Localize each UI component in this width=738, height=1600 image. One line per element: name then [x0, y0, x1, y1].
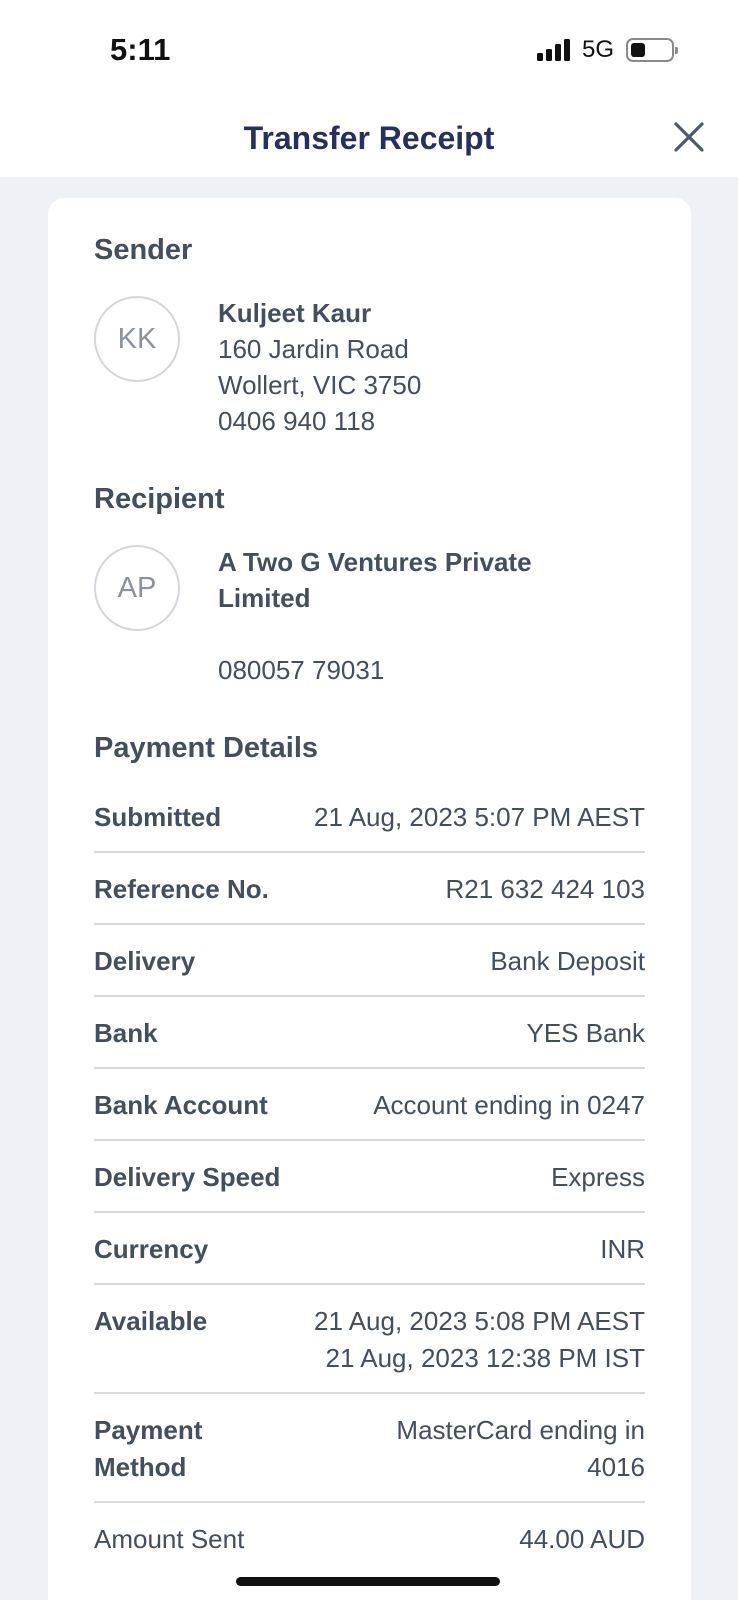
- status-bar: 5:11 5G: [0, 0, 738, 100]
- page-title: Transfer Receipt: [243, 120, 495, 156]
- close-icon: [674, 122, 704, 152]
- sender-heading: Sender: [94, 234, 193, 266]
- recipient-name-line2: Limited: [218, 583, 311, 613]
- nav-bar: Transfer Receipt: [0, 100, 738, 177]
- detail-value: Account ending in 0247: [373, 1090, 645, 1120]
- detail-row-delivery: Delivery Bank Deposit: [94, 925, 645, 997]
- network-label: 5G: [581, 36, 614, 63]
- recipient-info: A Two G Ventures Private Limited 080057 …: [218, 544, 532, 688]
- detail-value: R21 632 424 103: [445, 874, 645, 904]
- sender-address-line1: 160 Jardin Road: [218, 334, 409, 364]
- detail-row-payment-method: Payment Method MasterCard ending in 4016: [94, 1394, 645, 1503]
- sender-phone: 0406 940 118: [218, 406, 376, 436]
- detail-label: Delivery Speed: [94, 1162, 281, 1192]
- detail-label: Bank Account: [94, 1090, 268, 1120]
- home-indicator[interactable]: [236, 1577, 500, 1586]
- detail-value: INR: [600, 1234, 645, 1264]
- detail-row-amount-sent: Amount Sent 44.00 AUD: [94, 1503, 645, 1573]
- recipient-account: 080057 79031: [218, 655, 385, 685]
- sender-name: Kuljeet Kaur: [218, 298, 372, 328]
- payment-heading: Payment Details: [94, 732, 319, 764]
- detail-value-line2: 21 Aug, 2023 12:38 PM IST: [325, 1343, 645, 1373]
- detail-value: 21 Aug, 2023 5:07 PM AEST: [313, 802, 645, 832]
- detail-label: Delivery: [94, 946, 196, 976]
- detail-value: YES Bank: [526, 1018, 645, 1048]
- detail-value: 44.00 AUD: [519, 1524, 645, 1554]
- payment-details-list: Submitted 21 Aug, 2023 5:07 PM AEST Refe…: [94, 781, 645, 1573]
- status-time: 5:11: [110, 32, 171, 67]
- recipient-name-line1: A Two G Ventures Private: [218, 547, 532, 577]
- detail-value: Bank Deposit: [490, 946, 645, 976]
- detail-label: Reference No.: [94, 874, 269, 904]
- detail-label: Payment Method: [94, 1412, 202, 1486]
- detail-row-bank: Bank YES Bank: [94, 997, 645, 1069]
- detail-row-available: Available 21 Aug, 2023 5:08 PM AEST 21 A…: [94, 1285, 645, 1394]
- detail-value-line2: 4016: [587, 1452, 645, 1482]
- battery-icon: [626, 38, 678, 62]
- detail-label: Currency: [94, 1234, 209, 1264]
- detail-label: Bank: [94, 1018, 158, 1048]
- recipient-heading: Recipient: [94, 483, 225, 515]
- receipt-card: Sender KK Kuljeet Kaur 160 Jardin Road W…: [48, 198, 691, 1600]
- detail-label-line2: Method: [94, 1452, 187, 1482]
- detail-value-line1: 21 Aug, 2023 5:08 PM AEST: [313, 1306, 645, 1336]
- detail-row-delivery-speed: Delivery Speed Express: [94, 1141, 645, 1213]
- detail-label: Amount Sent: [94, 1524, 245, 1554]
- detail-label-line1: Payment: [94, 1415, 203, 1445]
- detail-value-line1: MasterCard ending in: [396, 1415, 645, 1445]
- detail-row-submitted: Submitted 21 Aug, 2023 5:07 PM AEST: [94, 781, 645, 853]
- signal-icon: [536, 39, 570, 61]
- detail-row-currency: Currency INR: [94, 1213, 645, 1285]
- sender-info: Kuljeet Kaur 160 Jardin Road Wollert, VI…: [218, 295, 421, 439]
- sender-address-line2: Wollert, VIC 3750: [218, 370, 422, 400]
- close-button[interactable]: [670, 118, 708, 156]
- status-indicators: 5G: [536, 36, 678, 64]
- detail-value: Express: [551, 1162, 645, 1192]
- detail-row-bank-account: Bank Account Account ending in 0247: [94, 1069, 645, 1141]
- recipient-avatar: AP: [94, 545, 180, 631]
- detail-value: 21 Aug, 2023 5:08 PM AEST 21 Aug, 2023 1…: [314, 1303, 645, 1377]
- detail-row-reference: Reference No. R21 632 424 103: [94, 853, 645, 925]
- detail-label: Submitted: [94, 802, 222, 832]
- detail-label: Available: [94, 1306, 208, 1336]
- sender-avatar: KK: [94, 296, 180, 382]
- detail-value: MasterCard ending in 4016: [396, 1412, 645, 1486]
